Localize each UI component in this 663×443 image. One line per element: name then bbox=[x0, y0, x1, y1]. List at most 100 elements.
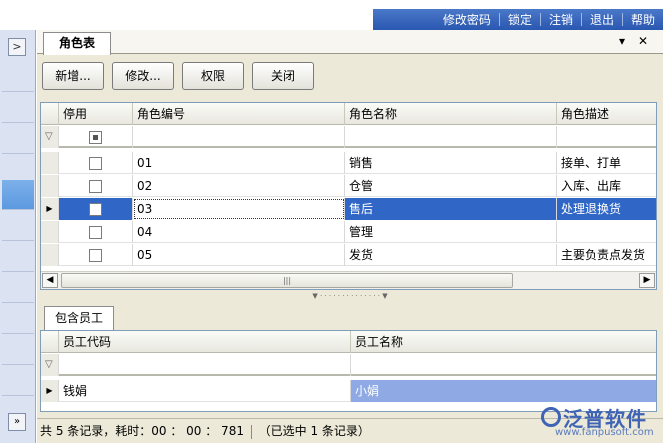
main-panel: 角色表 ▾ ✕ 新增... 修改... 权限 关闭 停用 角色编号 角色名称 角… bbox=[37, 30, 663, 443]
brand-logo: 泛普软件 www.fanpusoft.com bbox=[541, 403, 661, 439]
status-separator bbox=[250, 424, 252, 439]
row-indicator-header bbox=[41, 331, 59, 353]
filter-checkbox[interactable] bbox=[89, 131, 102, 144]
tab-included-employees[interactable]: 包含员工 bbox=[44, 306, 114, 330]
disabled-checkbox[interactable] bbox=[89, 157, 102, 170]
scroll-thumb[interactable]: ||| bbox=[61, 273, 513, 288]
role-name: 管理 bbox=[345, 221, 557, 243]
horizontal-scrollbar[interactable]: ◀ ||| ▶ bbox=[41, 271, 656, 289]
col-role-id[interactable]: 角色编号 bbox=[133, 103, 345, 125]
filter-role-desc-cell[interactable] bbox=[557, 126, 656, 148]
employee-code: 钱娟 bbox=[59, 380, 351, 402]
tab-role-table[interactable]: 角色表 bbox=[43, 32, 111, 55]
disabled-checkbox[interactable] bbox=[89, 226, 102, 239]
nav-lock[interactable]: 锁定 bbox=[500, 11, 540, 28]
expand-sidebar-icon[interactable]: > bbox=[8, 38, 26, 56]
role-id: 05 bbox=[133, 244, 345, 266]
filter-row: ▽ bbox=[41, 354, 656, 376]
roles-header-row: 停用 角色编号 角色名称 角色描述 bbox=[41, 103, 656, 125]
disabled-cell[interactable] bbox=[59, 244, 133, 266]
row-indicator bbox=[41, 221, 59, 243]
row-indicator-header bbox=[41, 103, 59, 125]
role-name: 发货 bbox=[345, 244, 557, 266]
role-name: 销售 bbox=[345, 152, 557, 174]
disabled-cell[interactable] bbox=[59, 198, 133, 220]
role-name: 仓管 bbox=[345, 175, 557, 197]
filter-icon: ▽ bbox=[41, 126, 59, 148]
nav-help[interactable]: 帮助 bbox=[623, 11, 663, 28]
close-button[interactable]: 关闭 bbox=[252, 62, 314, 90]
role-id: 01 bbox=[133, 152, 345, 174]
sidebar-tile[interactable] bbox=[2, 93, 34, 123]
table-row[interactable]: 01 销售 接单、打单 bbox=[41, 152, 656, 174]
employees-header-row: 员工代码 员工名称 bbox=[41, 331, 656, 353]
selected-count-text: （已选中 1 条记录） bbox=[258, 424, 370, 438]
filter-icon: ▽ bbox=[41, 354, 59, 376]
panel-splitter[interactable]: ▼ · · · · · · · · · · · · · · ▼ bbox=[37, 292, 663, 300]
employee-name: 小娟 bbox=[351, 380, 656, 402]
filter-disabled-cell[interactable] bbox=[59, 126, 133, 148]
table-row-selected[interactable]: ▶ 03 售后 处理退换货 bbox=[41, 198, 656, 220]
sidebar-tile[interactable] bbox=[2, 124, 34, 154]
top-bar: 修改密码 锁定 注销 退出 帮助 bbox=[0, 0, 663, 30]
role-id[interactable]: 03 bbox=[133, 198, 345, 220]
nav-change-password[interactable]: 修改密码 bbox=[435, 11, 499, 28]
permissions-button[interactable]: 权限 bbox=[182, 62, 244, 90]
role-desc: 入库、出库 bbox=[557, 175, 656, 197]
sidebar-tile[interactable] bbox=[2, 211, 34, 241]
roles-grid: 停用 角色编号 角色名称 角色描述 ▽ 01 销售 接单、打单 02 仓管 入库… bbox=[40, 102, 657, 290]
disabled-cell[interactable] bbox=[59, 221, 133, 243]
col-disabled[interactable]: 停用 bbox=[59, 103, 133, 125]
current-row-icon: ▶ bbox=[41, 198, 59, 220]
filter-role-name-cell[interactable] bbox=[345, 126, 557, 148]
role-name: 售后 bbox=[345, 198, 557, 220]
disabled-cell[interactable] bbox=[59, 152, 133, 174]
scroll-down-icon[interactable]: » bbox=[8, 413, 26, 431]
disabled-checkbox[interactable] bbox=[89, 203, 102, 216]
col-role-name[interactable]: 角色名称 bbox=[345, 103, 557, 125]
sidebar-tile[interactable] bbox=[2, 304, 34, 334]
left-sidebar: > » bbox=[0, 30, 36, 443]
role-id: 04 bbox=[133, 221, 345, 243]
role-id: 02 bbox=[133, 175, 345, 197]
nav-logout[interactable]: 注销 bbox=[541, 11, 581, 28]
close-tab-icon[interactable]: ✕ bbox=[638, 34, 648, 48]
employees-grid: 员工代码 员工名称 ▽ ▶ 钱娟 小娟 bbox=[40, 330, 657, 412]
add-button[interactable]: 新增... bbox=[42, 62, 104, 90]
role-desc: 主要负责点发货 bbox=[557, 244, 656, 266]
filter-employee-code-cell[interactable] bbox=[59, 354, 351, 376]
table-row[interactable]: 02 仓管 入库、出库 bbox=[41, 175, 656, 197]
sidebar-tile[interactable] bbox=[2, 62, 34, 92]
sidebar-tile-selected[interactable] bbox=[2, 180, 34, 210]
logo-mark-icon bbox=[541, 407, 561, 427]
role-desc: 处理退换货 bbox=[557, 198, 656, 220]
disabled-cell[interactable] bbox=[59, 175, 133, 197]
logo-url: www.fanpusoft.com bbox=[555, 427, 654, 438]
role-desc: 接单、打单 bbox=[557, 152, 656, 174]
row-indicator bbox=[41, 152, 59, 174]
sidebar-tile[interactable] bbox=[2, 273, 34, 303]
edit-button[interactable]: 修改... bbox=[112, 62, 174, 90]
sidebar-tile[interactable] bbox=[2, 366, 34, 396]
col-employee-code[interactable]: 员工代码 bbox=[59, 331, 351, 353]
table-row[interactable]: ▶ 钱娟 小娟 bbox=[41, 380, 656, 402]
scroll-left-icon[interactable]: ◀ bbox=[42, 273, 58, 288]
row-indicator bbox=[41, 244, 59, 266]
nav-exit[interactable]: 退出 bbox=[582, 11, 622, 28]
scroll-right-icon[interactable]: ▶ bbox=[639, 273, 655, 288]
col-employee-name[interactable]: 员工名称 bbox=[351, 331, 656, 353]
filter-row: ▽ bbox=[41, 126, 656, 148]
sidebar-tile[interactable] bbox=[2, 335, 34, 365]
disabled-checkbox[interactable] bbox=[89, 180, 102, 193]
row-indicator bbox=[41, 175, 59, 197]
filter-employee-name-cell[interactable] bbox=[351, 354, 656, 376]
toolbar: 新增... 修改... 权限 关闭 bbox=[42, 62, 314, 90]
col-role-desc[interactable]: 角色描述 bbox=[557, 103, 656, 125]
role-desc bbox=[557, 221, 656, 243]
disabled-checkbox[interactable] bbox=[89, 249, 102, 262]
table-row[interactable]: 04 管理 bbox=[41, 221, 656, 243]
pin-dropdown-icon[interactable]: ▾ bbox=[619, 34, 625, 48]
table-row[interactable]: 05 发货 主要负责点发货 bbox=[41, 244, 656, 266]
filter-role-id-cell[interactable] bbox=[133, 126, 345, 148]
sidebar-tile[interactable] bbox=[2, 242, 34, 272]
